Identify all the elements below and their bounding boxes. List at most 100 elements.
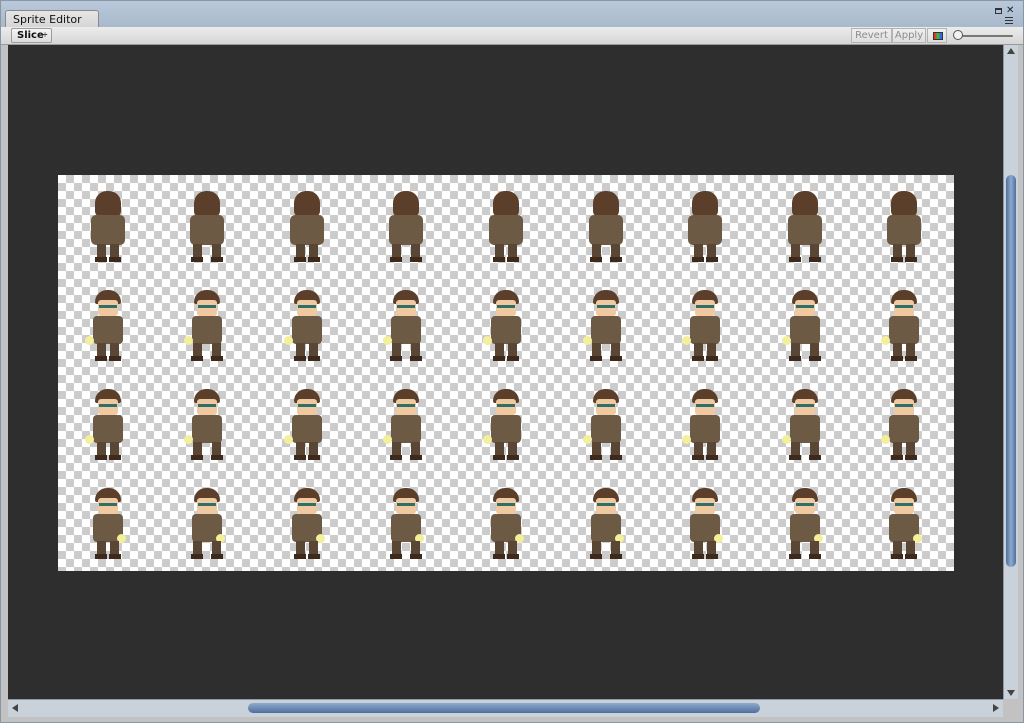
sprite-shoe — [410, 554, 422, 559]
sprite-leg — [694, 541, 703, 555]
sprite-coat — [889, 415, 919, 443]
sprite-coat — [93, 415, 123, 443]
sprite-frame-left[interactable] — [381, 288, 431, 368]
sprite-frame-right[interactable] — [581, 486, 631, 566]
sprite-frame-front[interactable] — [282, 387, 332, 467]
sprite-coat — [91, 215, 125, 245]
sprite-glasses — [298, 404, 316, 407]
sprite-leg — [411, 244, 420, 258]
sprite-leg — [97, 442, 106, 456]
sprite-frame-left[interactable] — [680, 288, 730, 368]
sprite-frame-back[interactable] — [83, 189, 133, 269]
sprite-frame-left[interactable] — [581, 288, 631, 368]
sprite-frame-right[interactable] — [879, 486, 929, 566]
sprite-frame-back[interactable] — [581, 189, 631, 269]
sprite-glasses — [497, 305, 515, 308]
sprite-frame-right[interactable] — [680, 486, 730, 566]
zoom-slider[interactable] — [953, 29, 1015, 43]
vertical-scroll-thumb[interactable] — [1006, 175, 1016, 567]
window-menu-icon[interactable] — [1002, 16, 1014, 24]
sprite-leg — [212, 343, 221, 357]
sprite-leg — [392, 343, 401, 357]
sprite-flashlight — [85, 336, 94, 345]
slice-dropdown[interactable]: Slice ÷ — [11, 28, 52, 43]
sprite-leg — [707, 442, 716, 456]
horizontal-scrollbar[interactable] — [8, 699, 1003, 717]
sprite-frame-front[interactable] — [83, 387, 133, 467]
scroll-left-icon[interactable] — [12, 704, 18, 712]
sprite-frame-right[interactable] — [780, 486, 830, 566]
sprite-frame-front[interactable] — [581, 387, 631, 467]
sprite-frame-front[interactable] — [680, 387, 730, 467]
sprite-leg — [212, 541, 221, 555]
sprite-flashlight — [383, 336, 392, 345]
horizontal-scroll-thumb[interactable] — [248, 703, 760, 713]
sprite-shoe — [809, 257, 821, 262]
scroll-down-icon[interactable] — [1007, 690, 1015, 696]
sprite-shoe — [905, 257, 917, 262]
sprite-coat — [391, 316, 421, 344]
sprite-viewport[interactable] — [8, 45, 1003, 699]
sprite-frame-back[interactable] — [879, 189, 929, 269]
sprite-shoe — [390, 257, 402, 262]
sprite-frame-front[interactable] — [481, 387, 531, 467]
sprite-frame-back[interactable] — [381, 189, 431, 269]
sprite-sheet-canvas[interactable] — [58, 175, 954, 571]
sprite-frame-left[interactable] — [182, 288, 232, 368]
sprite-frame-front[interactable] — [879, 387, 929, 467]
sprite-frame-back[interactable] — [481, 189, 531, 269]
vertical-scrollbar[interactable] — [1003, 45, 1018, 699]
sprite-frame-right[interactable] — [83, 486, 133, 566]
sprite-leg — [411, 541, 420, 555]
sprite-shoe — [610, 554, 622, 559]
apply-button[interactable]: Apply — [892, 28, 926, 43]
sprite-frame-left[interactable] — [83, 288, 133, 368]
sprite-frame-back[interactable] — [182, 189, 232, 269]
sprite-frame-back[interactable] — [282, 189, 332, 269]
scroll-right-icon[interactable] — [993, 704, 999, 712]
sprite-leg — [97, 541, 106, 555]
sprite-coat — [292, 316, 322, 344]
revert-button[interactable]: Revert — [851, 28, 892, 43]
sprite-frame-back[interactable] — [680, 189, 730, 269]
sprite-frame-right[interactable] — [282, 486, 332, 566]
sprite-coat — [790, 415, 820, 443]
sprite-leg — [893, 244, 902, 258]
tab-strip: Sprite Editor ✕ — [1, 1, 1023, 28]
sprite-frame-front[interactable] — [381, 387, 431, 467]
sprite-frame-left[interactable] — [879, 288, 929, 368]
sprite-leg — [508, 541, 517, 555]
sprite-shoe — [493, 455, 505, 460]
scroll-up-icon[interactable] — [1007, 48, 1015, 54]
sprite-shoe — [905, 554, 917, 559]
zoom-thumb[interactable] — [953, 30, 963, 40]
sprite-face — [496, 300, 516, 316]
sprite-leg — [791, 244, 800, 258]
maximize-icon[interactable] — [995, 8, 1002, 14]
sprite-hair — [692, 191, 718, 217]
sprite-frame-left[interactable] — [481, 288, 531, 368]
sprite-frame-left[interactable] — [780, 288, 830, 368]
sprite-shoe — [507, 356, 519, 361]
tab-sprite-editor[interactable]: Sprite Editor — [5, 10, 99, 28]
sprite-frame-right[interactable] — [481, 486, 531, 566]
sprite-leg — [110, 244, 119, 258]
sprite-frame-right[interactable] — [182, 486, 232, 566]
sprite-shoe — [789, 554, 801, 559]
sprite-shoe — [95, 356, 107, 361]
sprite-flashlight — [881, 336, 890, 345]
sprite-glasses — [397, 503, 415, 506]
sprite-face — [894, 300, 914, 316]
sprite-leg — [495, 541, 504, 555]
sprite-frame-left[interactable] — [282, 288, 332, 368]
sprite-shoe — [308, 554, 320, 559]
sprite-frame-front[interactable] — [182, 387, 232, 467]
rgb-channel-icon[interactable] — [927, 28, 947, 43]
sprite-frame-right[interactable] — [381, 486, 431, 566]
sprite-leg — [212, 244, 221, 258]
sprite-shoe — [789, 455, 801, 460]
sprite-glasses — [99, 503, 117, 506]
sprite-leg — [193, 244, 202, 258]
sprite-frame-front[interactable] — [780, 387, 830, 467]
sprite-frame-back[interactable] — [780, 189, 830, 269]
